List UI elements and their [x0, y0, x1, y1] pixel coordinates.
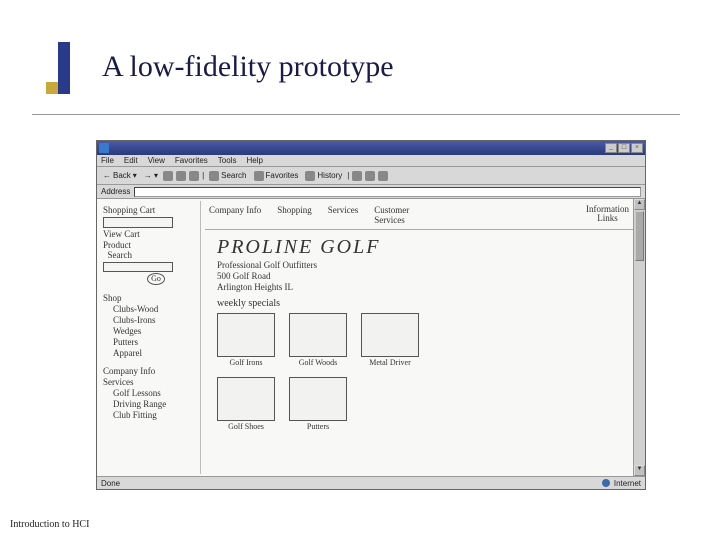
print-icon[interactable]: [365, 171, 375, 181]
special-item[interactable]: Golf Woods: [289, 313, 347, 367]
address-label: Address: [101, 187, 130, 196]
special-thumbnail: [289, 313, 347, 357]
address-bar: Address: [97, 185, 645, 199]
history-icon: [305, 171, 315, 181]
sketch-main: Company Info Shopping Services Customer …: [205, 199, 633, 476]
menu-tools[interactable]: Tools: [218, 156, 237, 165]
go-button[interactable]: Go: [147, 273, 165, 285]
nav-services[interactable]: Services: [328, 205, 359, 225]
content-viewport: Shopping Cart View Cart Product Search G…: [97, 199, 645, 476]
slide-footer: Introduction to HCI: [10, 519, 89, 530]
sidebar-clubs-irons[interactable]: Clubs-Irons: [103, 315, 198, 325]
scroll-down-arrow[interactable]: ▼: [634, 465, 645, 476]
sidebar-apparel[interactable]: Apparel: [103, 348, 198, 358]
menu-help[interactable]: Help: [246, 156, 262, 165]
sidebar-view-cart[interactable]: View Cart: [103, 229, 198, 239]
sidebar-golf-lessons[interactable]: Golf Lessons: [103, 388, 198, 398]
minimize-button[interactable]: _: [605, 143, 617, 153]
favorites-button[interactable]: Favorites: [252, 171, 301, 181]
browser-window: _ □ × File Edit View Favorites Tools Hel…: [96, 140, 646, 490]
browser-titlebar: _ □ ×: [97, 141, 645, 155]
search-input-sketch[interactable]: [103, 262, 173, 272]
special-item[interactable]: Metal Driver: [361, 313, 419, 367]
nav-customer-services[interactable]: Customer Services: [374, 205, 409, 225]
menu-file[interactable]: File: [101, 156, 114, 165]
search-icon: [209, 171, 219, 181]
special-item[interactable]: Golf Irons: [217, 313, 275, 367]
nav-information-links[interactable]: Information Links: [586, 205, 629, 223]
favorites-icon: [254, 171, 264, 181]
top-nav: Company Info Shopping Services Customer …: [205, 199, 633, 230]
menu-bar: File Edit View Favorites Tools Help: [97, 155, 645, 167]
status-bar: Done Internet: [97, 476, 645, 489]
sidebar-services: Services: [103, 377, 198, 387]
sidebar-clubs-wood[interactable]: Clubs-Wood: [103, 304, 198, 314]
weekly-specials-label: weekly specials: [205, 296, 633, 311]
search-button[interactable]: Search: [207, 171, 248, 181]
status-left: Done: [101, 479, 120, 488]
sketch-sidebar: Shopping Cart View Cart Product Search G…: [103, 205, 198, 421]
scroll-up-arrow[interactable]: ▲: [634, 199, 645, 210]
back-button[interactable]: ← Back ▾: [101, 171, 139, 180]
stop-icon[interactable]: [163, 171, 173, 181]
vertical-scrollbar[interactable]: ▲ ▼: [633, 199, 645, 476]
special-item[interactable]: Golf Shoes: [217, 377, 275, 431]
special-thumbnail: [217, 377, 275, 421]
slide-decor-square: [46, 82, 58, 94]
special-thumbnail: [361, 313, 419, 357]
menu-view[interactable]: View: [148, 156, 165, 165]
internet-zone-icon: [602, 479, 610, 487]
home-icon[interactable]: [189, 171, 199, 181]
special-thumbnail: [217, 313, 275, 357]
scroll-thumb[interactable]: [635, 211, 644, 261]
edit-icon[interactable]: [378, 171, 388, 181]
ie-icon: [99, 143, 109, 153]
maximize-button[interactable]: □: [618, 143, 630, 153]
mail-icon[interactable]: [352, 171, 362, 181]
history-button[interactable]: History: [303, 171, 344, 181]
toolbar: ← Back ▾ → ▾ | Search Favorites History …: [97, 167, 645, 185]
toolbar-separator: |: [202, 171, 204, 180]
special-label: Metal Driver: [369, 358, 411, 367]
slide-title: A low-fidelity prototype: [102, 50, 394, 84]
address-input[interactable]: [134, 187, 641, 197]
sidebar-wedges[interactable]: Wedges: [103, 326, 198, 336]
sidebar-club-fitting[interactable]: Club Fitting: [103, 410, 198, 420]
specials-row-1: Golf Irons Golf Woods Metal Driver: [205, 311, 633, 369]
nav-company-info[interactable]: Company Info: [209, 205, 261, 225]
special-item[interactable]: Putters: [289, 377, 347, 431]
sidebar-company-info[interactable]: Company Info: [103, 366, 198, 376]
sketch-prototype: Shopping Cart View Cart Product Search G…: [97, 199, 633, 476]
special-thumbnail: [289, 377, 347, 421]
close-button[interactable]: ×: [631, 143, 643, 153]
sidebar-shop: Shop: [103, 293, 198, 303]
hero-subtitle-1: Professional Golf Outfitters: [217, 260, 621, 270]
slide-decor-rule: [32, 114, 680, 115]
refresh-icon[interactable]: [176, 171, 186, 181]
sidebar-shopping-cart: Shopping Cart: [103, 205, 198, 215]
sidebar-divider: [200, 201, 201, 474]
menu-favorites[interactable]: Favorites: [175, 156, 208, 165]
hero-title: PROLINE GOLF: [217, 236, 621, 259]
menu-edit[interactable]: Edit: [124, 156, 138, 165]
hero-subtitle-2: 500 Golf Road: [217, 271, 621, 281]
status-right: Internet: [614, 479, 641, 488]
sidebar-product-search: Product Search: [103, 240, 198, 260]
toolbar-separator: |: [347, 171, 349, 180]
hero: PROLINE GOLF Professional Golf Outfitter…: [205, 230, 633, 296]
hero-subtitle-3: Arlington Heights IL: [217, 282, 621, 292]
specials-row-2: Golf Shoes Putters: [205, 375, 633, 433]
sidebar-putters[interactable]: Putters: [103, 337, 198, 347]
nav-shopping[interactable]: Shopping: [277, 205, 312, 225]
special-label: Golf Woods: [299, 358, 338, 367]
sidebar-driving-range[interactable]: Driving Range: [103, 399, 198, 409]
cart-image-placeholder: [103, 217, 173, 228]
slide-decor-vertical: [58, 42, 70, 94]
window-controls: _ □ ×: [605, 143, 643, 153]
special-label: Putters: [307, 422, 329, 431]
special-label: Golf Shoes: [228, 422, 264, 431]
forward-button[interactable]: → ▾: [142, 171, 160, 180]
special-label: Golf Irons: [229, 358, 262, 367]
